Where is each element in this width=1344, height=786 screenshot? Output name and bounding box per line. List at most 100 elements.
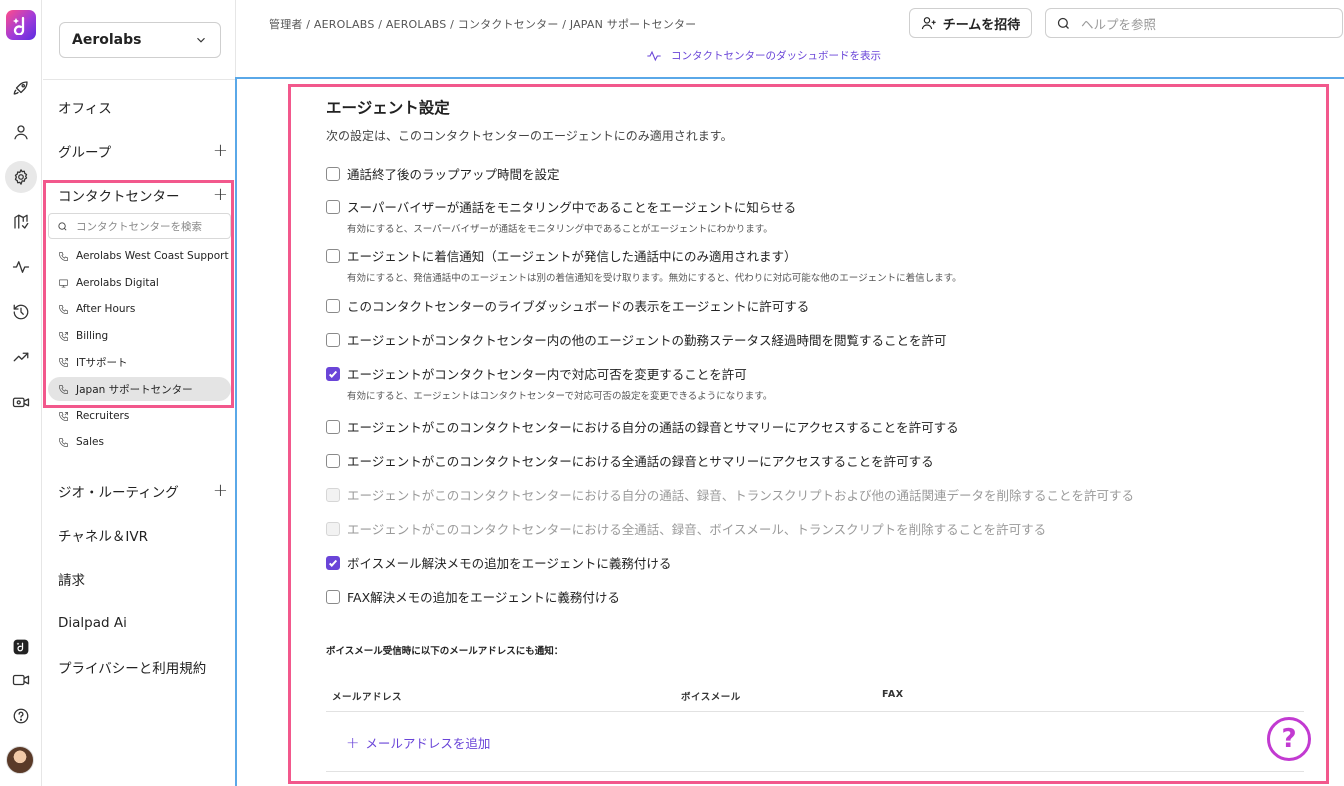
video-settings-icon[interactable]	[5, 386, 37, 418]
setting-wrapup-time[interactable]: 通話終了後のラップアップ時間を設定	[326, 164, 560, 183]
trending-up-icon[interactable]	[5, 341, 37, 373]
contact-center-label: Recruiters	[76, 410, 130, 422]
sidebar-item-billing[interactable]: 請求	[58, 568, 228, 590]
setting-label: 通話終了後のラップアップ時間を設定	[347, 167, 560, 182]
org-select-value: Aerolabs	[72, 32, 142, 48]
setting-label: エージェントがこのコンタクトセンターにおける自分の通話、録音、トランスクリプトお…	[347, 488, 1135, 503]
sidebar-item-label: チャネル＆IVR	[58, 529, 148, 545]
contact-center-item[interactable]: ITサポート	[48, 350, 231, 374]
contact-center-item[interactable]: Recruiters	[48, 404, 231, 428]
sidebar-item-label: 請求	[58, 573, 85, 589]
column-header-voicemail: ボイスメール	[681, 692, 741, 703]
setting-live-dashboard[interactable]: このコンタクトセンターのライブダッシュボードの表示をエージェントに許可する	[326, 296, 809, 315]
gear-icon[interactable]	[5, 161, 37, 193]
table-divider	[326, 711, 1304, 712]
phone-icon	[59, 304, 68, 314]
setting-fax-memo[interactable]: FAX解決メモの追加をエージェントに義務付ける	[326, 587, 620, 606]
checkbox[interactable]	[326, 453, 340, 468]
org-select[interactable]: Aerolabs	[59, 22, 221, 58]
setting-label: エージェントがコンタクトセンター内の他のエージェントの勤務ステータス経過時間を閲…	[347, 333, 947, 348]
notify-section-title: ボイスメール受信時に以下のメールアドレスにも通知：	[326, 646, 564, 657]
setting-description: 有効にすると、スーパーバイザーが通話をモニタリング中であることがエージェントにわ…	[347, 224, 773, 235]
section-description: 次の設定は、このコンタクトセンターのエージェントにのみ適用されます。	[326, 129, 733, 143]
contact-center-item-selected[interactable]: Japan サポートセンター	[48, 377, 231, 401]
setting-supervisor-monitor-notice[interactable]: スーパーバイザーが通話をモニタリング中であることをエージェントに知らせる 有効に…	[326, 197, 796, 235]
setting-label: エージェントに着信通知（エージェントが発信した通話中にのみ適用されます）	[347, 249, 797, 264]
dashboard-link[interactable]: コンタクトセンターのダッシュボードを表示	[646, 48, 881, 63]
phone-forward-icon	[59, 331, 68, 341]
routing-icon[interactable]	[5, 206, 37, 238]
checkbox[interactable]	[326, 248, 340, 263]
sidebar-item-contact-centers[interactable]: コンタクトセンター +	[58, 184, 228, 206]
checkbox-checked[interactable]	[326, 555, 340, 570]
add-contact-center-icon[interactable]: +	[213, 186, 228, 204]
checkbox[interactable]	[326, 419, 340, 434]
contact-center-item[interactable]: After Hours	[48, 297, 231, 321]
contact-center-label: ITサポート	[76, 356, 128, 369]
setting-own-recordings[interactable]: エージェントがこのコンタクトセンターにおける自分の通話の録音とサマリーにアクセス…	[326, 417, 959, 436]
contact-center-label: Japan サポートセンター	[76, 383, 193, 396]
sidebar-item-privacy[interactable]: プライバシーと利用規約	[58, 656, 228, 678]
checkbox[interactable]	[326, 298, 340, 313]
phone-icon	[59, 437, 68, 447]
add-group-icon[interactable]: +	[213, 142, 228, 160]
breadcrumb[interactable]: 管理者 / AEROLABS / AEROLABS / コンタクトセンター / …	[269, 16, 696, 32]
dialpad-app-icon[interactable]	[5, 631, 37, 663]
phone-forward-icon	[59, 411, 68, 421]
add-email-label: メールアドレスを追加	[365, 736, 491, 751]
search-placeholder: コンタクトセンターを検索	[76, 220, 202, 233]
setting-voicemail-memo[interactable]: ボイスメール解決メモの追加をエージェントに義務付ける	[326, 553, 671, 572]
contact-center-item[interactable]: Aerolabs Digital	[48, 271, 231, 295]
checkbox[interactable]	[326, 166, 340, 181]
contact-center-item[interactable]: Billing	[48, 324, 231, 348]
help-search-input[interactable]: ヘルプを参照	[1045, 8, 1343, 38]
add-geo-routing-icon[interactable]: +	[213, 482, 228, 500]
setting-delete-all-data: エージェントがこのコンタクトセンターにおける全通話、録音、ボイスメール、トランス…	[326, 519, 1046, 538]
setting-label: エージェントがこのコンタクトセンターにおける全通話、録音、ボイスメール、トランス…	[347, 522, 1047, 537]
contact-center-search-input[interactable]: コンタクトセンターを検索	[48, 213, 231, 239]
history-icon[interactable]	[5, 296, 37, 328]
sidebar-item-office[interactable]: オフィス	[58, 96, 228, 118]
checkbox[interactable]	[326, 199, 340, 214]
column-header-email: メールアドレス	[332, 692, 403, 703]
sidebar-item-channels-ivr[interactable]: チャネル＆IVR	[58, 524, 228, 546]
sidebar-item-geo-routing[interactable]: ジオ・ルーティング +	[58, 480, 228, 502]
setting-label: エージェントがコンタクトセンター内で対応可否を変更することを許可	[347, 367, 747, 382]
chevron-down-icon	[197, 37, 205, 43]
rocket-icon[interactable]	[5, 72, 37, 104]
phone-icon	[59, 384, 68, 394]
setting-change-availability[interactable]: エージェントがコンタクトセンター内で対応可否を変更することを許可 有効にすると、…	[326, 364, 772, 402]
setting-label: FAX解決メモの追加をエージェントに義務付ける	[347, 590, 620, 605]
setting-label: エージェントがこのコンタクトセンターにおける自分の通話の録音とサマリーにアクセス…	[347, 420, 959, 435]
video-camera-icon[interactable]	[5, 664, 37, 696]
section-title: エージェント設定	[326, 99, 450, 117]
sidebar-item-label: Dialpad Ai	[58, 615, 127, 631]
add-email-button[interactable]: + メールアドレスを追加	[346, 733, 490, 752]
check-icon	[328, 370, 338, 378]
setting-incoming-call-notice[interactable]: エージェントに着信通知（エージェントが発信した通話中にのみ適用されます） 有効に…	[326, 246, 962, 284]
icon-rail	[0, 0, 42, 786]
activity-icon[interactable]	[5, 251, 37, 283]
checkbox[interactable]	[326, 332, 340, 347]
setting-all-recordings[interactable]: エージェントがこのコンタクトセンターにおける全通話の録音とサマリーにアクセスする…	[326, 451, 934, 470]
help-search-placeholder: ヘルプを参照	[1081, 16, 1157, 32]
dashboard-link-label: コンタクトセンターのダッシュボードを表示	[671, 50, 881, 62]
setting-status-duration[interactable]: エージェントがコンタクトセンター内の他のエージェントの勤務ステータス経過時間を閲…	[326, 330, 947, 349]
add-user-icon	[921, 17, 936, 30]
invite-team-button[interactable]: チームを招待	[909, 8, 1032, 38]
checkbox-disabled	[326, 487, 340, 502]
checkbox-checked[interactable]	[326, 366, 340, 381]
checkbox[interactable]	[326, 589, 340, 604]
help-fab-button[interactable]: ?	[1267, 717, 1311, 761]
dialpad-logo-icon[interactable]	[6, 10, 36, 40]
sidebar-item-groups[interactable]: グループ +	[58, 140, 228, 162]
person-icon[interactable]	[5, 116, 37, 148]
user-avatar[interactable]	[6, 746, 34, 774]
contact-center-label: Sales	[76, 436, 104, 448]
search-icon	[1057, 17, 1069, 29]
contact-center-item[interactable]: Sales	[48, 430, 231, 454]
help-circle-icon[interactable]	[5, 700, 37, 732]
sidebar-item-dialpad-ai[interactable]: Dialpad Ai	[58, 612, 228, 634]
table-divider	[326, 771, 1304, 772]
contact-center-item[interactable]: Aerolabs West Coast Support	[48, 244, 231, 268]
